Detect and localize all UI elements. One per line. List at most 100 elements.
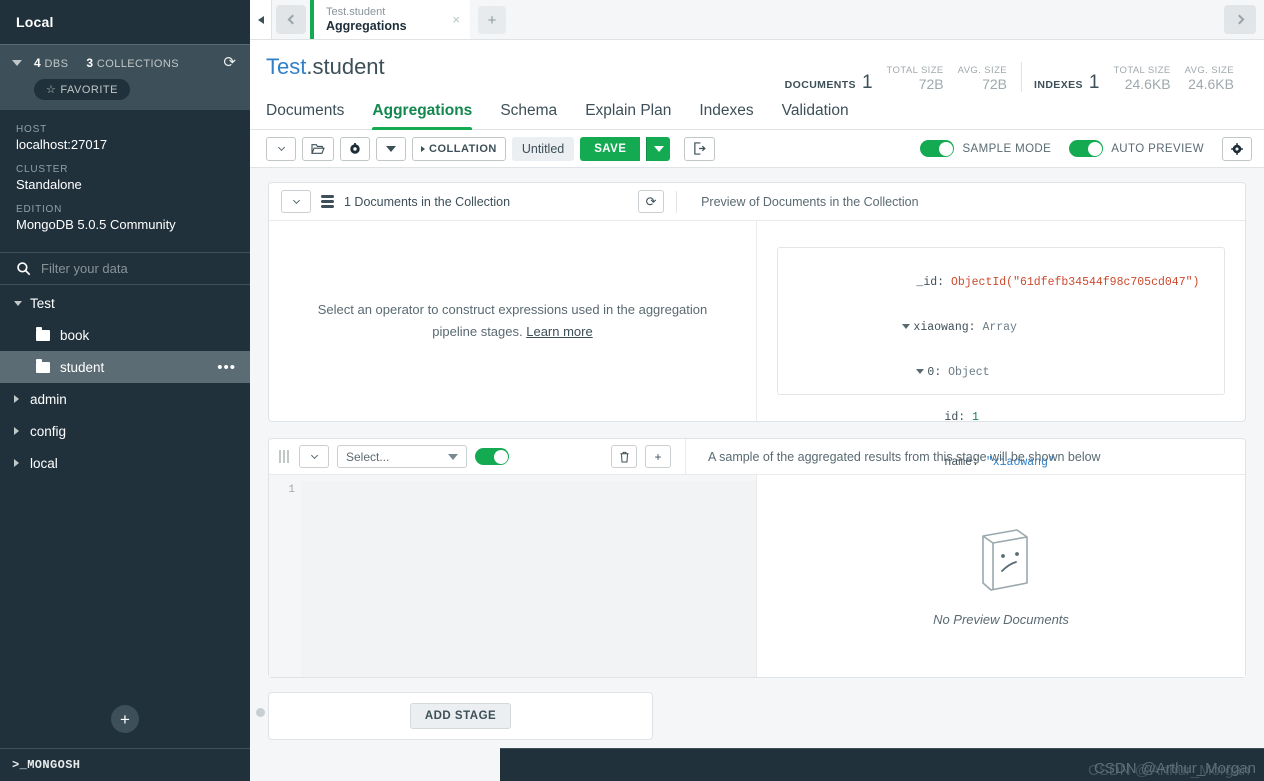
gear-icon <box>350 142 360 154</box>
pipeline-rail-dot <box>256 708 265 717</box>
chevron-down-icon <box>277 143 285 152</box>
refresh-documents-button[interactable]: ⟳ <box>638 190 665 213</box>
sidebar-item-admin[interactable]: admin <box>0 383 250 415</box>
sidebar-item-student[interactable]: student ••• <box>0 351 250 383</box>
documents-total-size-value: 72B <box>918 76 944 92</box>
tab-prev-button[interactable] <box>276 5 306 34</box>
collection-label-student: student <box>60 359 105 375</box>
chevron-down-icon[interactable] <box>12 59 22 66</box>
triangle-down-icon[interactable] <box>916 369 925 374</box>
tab-documents[interactable]: Documents <box>266 102 344 129</box>
pipeline-menu-button[interactable] <box>266 136 296 161</box>
sidebar-item-book[interactable]: book <box>0 319 250 351</box>
cluster-label: CLUSTER <box>16 164 69 175</box>
caret-right-icon[interactable] <box>14 395 30 403</box>
tab-next-button[interactable] <box>1224 5 1256 34</box>
pipeline-stage-card: Select... + A sample of the aggregated r… <box>268 438 1246 678</box>
indexes-total-size-label: TOTAL SIZE <box>1113 65 1171 76</box>
sidebar-item-config[interactable]: config <box>0 415 250 447</box>
document-json[interactable]: _id: ObjectId("61dfefb34544f98c705cd047"… <box>777 247 1225 469</box>
tab-explain-plan[interactable]: Explain Plan <box>585 102 671 129</box>
stage-header: Select... + A sample of the aggregated r… <box>269 438 1245 475</box>
save-menu-button[interactable] <box>646 136 671 161</box>
new-tab-button[interactable]: + <box>478 6 506 34</box>
indexes-stat-group: INDEXES 1 TOTAL SIZE 24.6KB AVG. SIZE 24… <box>1034 65 1248 94</box>
connection-meta: HOST localhost:27017 CLUSTER Standalone … <box>0 110 250 252</box>
sidebar: Local 4 DBS 3 COLLECTIONS ⟳ ☆ FAVORITE H <box>0 0 250 781</box>
main-area: Test.student Aggregations × + Test.stude… <box>250 0 1264 781</box>
new-pipeline-menu-button[interactable] <box>376 136 406 161</box>
drag-handle-icon[interactable] <box>279 450 289 463</box>
sample-mode-toggle[interactable] <box>920 140 955 157</box>
export-icon <box>694 142 707 155</box>
tab-aggregations[interactable]: Aggregations <box>372 102 472 130</box>
ellipsis-menu-icon[interactable]: ••• <box>217 359 236 376</box>
add-stage-button[interactable]: ADD STAGE <box>409 703 512 729</box>
auto-preview-label: AUTO PREVIEW <box>1111 142 1204 155</box>
expand-input-button[interactable] <box>281 190 311 213</box>
documents-label: DOCUMENTS <box>784 79 856 91</box>
tabbar-spacer <box>506 0 1220 39</box>
open-saved-pipelines-button[interactable] <box>302 136 334 161</box>
dbs-count: 4 <box>34 55 42 70</box>
stage-operator-value: Select... <box>346 449 390 464</box>
db-label-test: Test <box>30 295 55 311</box>
doc-line-object: 0: Object <box>792 350 1210 395</box>
triangle-down-icon[interactable] <box>902 324 911 329</box>
app-root: Local 4 DBS 3 COLLECTIONS ⟳ ☆ FAVORITE H <box>0 0 1264 781</box>
workspace-tab-aggregations[interactable]: Test.student Aggregations × <box>310 0 470 39</box>
new-pipeline-button[interactable] <box>340 136 370 161</box>
sidebar-item-local[interactable]: local <box>0 447 250 479</box>
tab-validation[interactable]: Validation <box>782 102 849 129</box>
star-icon: ☆ <box>46 84 57 96</box>
pipeline-name-field[interactable]: Untitled <box>511 136 575 161</box>
filter-input[interactable] <box>41 261 221 276</box>
collation-button[interactable]: COLLATION <box>412 136 506 161</box>
caret-right-icon[interactable] <box>14 459 30 467</box>
export-pipeline-button[interactable] <box>684 136 716 161</box>
stage-preview-note: A sample of the aggregated results from … <box>685 438 1235 475</box>
delete-stage-button[interactable] <box>611 445 637 468</box>
stage-operator-select[interactable]: Select... <box>337 445 467 468</box>
stage-enabled-toggle[interactable] <box>475 448 509 465</box>
documents-avg-size-label: AVG. SIZE <box>957 65 1008 76</box>
collections-count: 3 <box>86 55 94 70</box>
sad-document-icon <box>982 528 1028 591</box>
search-icon <box>17 262 31 276</box>
input-documents-card: 1 Documents in the Collection ⟳ Preview … <box>268 182 1246 469</box>
dbs-stat: 4 DBS <box>34 56 68 70</box>
caret-down-icon[interactable] <box>14 300 30 306</box>
mongosh-shell-bar[interactable]: >_MONGOSH <box>0 748 250 781</box>
doc-value-id: ObjectId("61dfefb34544f98c705cd047") <box>950 276 1200 289</box>
save-button[interactable]: SAVE <box>580 136 641 161</box>
collapse-sidebar-button[interactable] <box>250 0 272 39</box>
collection-stats: DOCUMENTS 1 TOTAL SIZE 72B AVG. SIZE 72B <box>785 54 1248 94</box>
doc-type-array: Array <box>982 321 1017 334</box>
favorite-button[interactable]: ☆ FAVORITE <box>34 79 130 100</box>
caret-right-icon[interactable] <box>14 427 30 435</box>
settings-button[interactable] <box>1222 136 1252 161</box>
refresh-icon[interactable]: ⟳ <box>223 55 236 70</box>
add-connection-button[interactable]: + <box>111 705 139 733</box>
input-preview-label: Preview of Documents in the Collection <box>701 194 919 209</box>
auto-preview-toggle[interactable] <box>1069 140 1104 157</box>
learn-more-link[interactable]: Learn more <box>526 324 592 339</box>
collapse-stage-button[interactable] <box>299 445 329 468</box>
doc-line-field-id: id: 1 <box>944 411 979 424</box>
editor-code-area[interactable] <box>301 481 756 677</box>
edition-value: MongoDB 5.0.5 Community <box>16 217 176 232</box>
host-label: HOST <box>16 124 47 135</box>
tab-indexes[interactable]: Indexes <box>699 102 753 129</box>
add-stage-after-button[interactable]: + <box>645 445 671 468</box>
documents-avg-size: AVG. SIZE 72B <box>958 65 1007 94</box>
sample-mode-label: SAMPLE MODE <box>962 142 1052 155</box>
indexes-value: 1 <box>1088 72 1100 93</box>
editor-gutter: 1 <box>288 484 295 496</box>
sidebar-item-test[interactable]: Test <box>0 287 250 319</box>
stage-editor[interactable]: 1 <box>269 475 757 677</box>
pipeline-content: 1 Documents in the Collection ⟳ Preview … <box>250 168 1264 781</box>
tab-schema[interactable]: Schema <box>500 102 557 129</box>
close-icon[interactable]: × <box>452 12 460 27</box>
doc-type-object: Object <box>948 366 990 379</box>
page-title-db: Test <box>266 54 307 79</box>
